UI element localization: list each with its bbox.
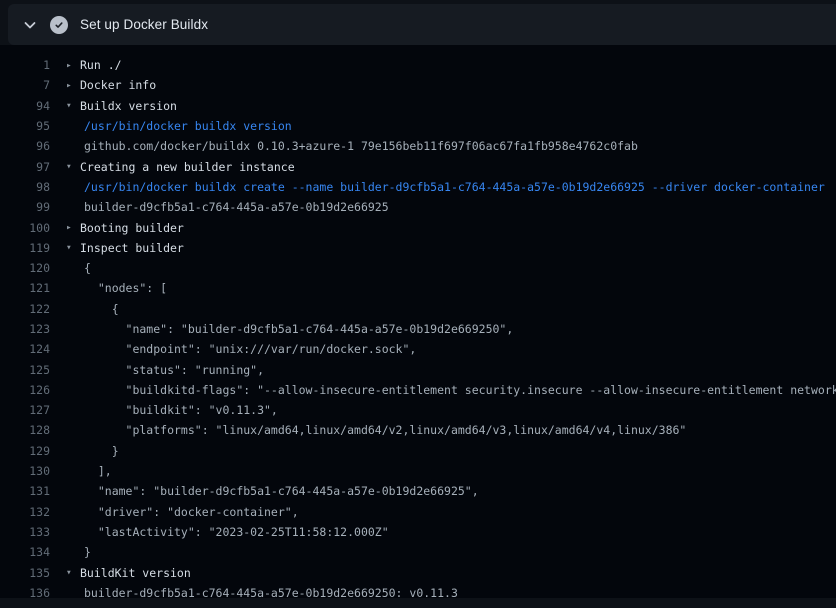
output-text: "name": "builder-d9cfb5a1-c764-445a-a57e… — [84, 484, 479, 498]
group-title: Buildx version — [80, 99, 177, 113]
line-number[interactable]: 127 — [0, 403, 50, 417]
group-title: Docker info — [80, 78, 156, 92]
group-title: Run ./ — [80, 58, 122, 72]
line-number[interactable]: 7 — [0, 78, 50, 92]
log-line: 98 /usr/bin/docker buildx create --name … — [0, 177, 836, 197]
line-number[interactable]: 128 — [0, 423, 50, 437]
line-number[interactable]: 125 — [0, 363, 50, 377]
line-number[interactable]: 95 — [0, 119, 50, 133]
disclosure-triangle-icon[interactable]: ▸ — [66, 60, 80, 71]
log-line: 99 builder-d9cfb5a1-c764-445a-a57e-0b19d… — [0, 197, 836, 217]
log-line: 132 "driver": "docker-container", — [0, 502, 836, 522]
line-number[interactable]: 94 — [0, 99, 50, 113]
disclosure-triangle-icon[interactable]: ▾ — [66, 242, 80, 253]
log-line: 95 /usr/bin/docker buildx version — [0, 116, 836, 136]
output-text: "platforms": "linux/amd64,linux/amd64/v2… — [84, 423, 686, 437]
log-line: 124 "endpoint": "unix:///var/run/docker.… — [0, 339, 836, 359]
check-circle-icon — [50, 16, 68, 34]
output-text: github.com/docker/buildx 0.10.3+azure-1 … — [84, 139, 638, 153]
log-line[interactable]: 119 ▾ Inspect builder — [0, 238, 836, 258]
disclosure-triangle-icon[interactable]: ▸ — [66, 222, 80, 233]
output-text: } — [84, 545, 91, 559]
line-number[interactable]: 126 — [0, 383, 50, 397]
group-title: BuildKit version — [80, 566, 191, 580]
log-line: 127 "buildkit": "v0.11.3", — [0, 400, 836, 420]
line-number[interactable]: 120 — [0, 261, 50, 275]
step-header[interactable]: Set up Docker Buildx — [8, 4, 836, 45]
output-text: "buildkitd-flags": "--allow-insecure-ent… — [84, 383, 836, 397]
line-number[interactable]: 100 — [0, 221, 50, 235]
log-line[interactable]: 100 ▸ Booting builder — [0, 217, 836, 237]
line-number[interactable]: 97 — [0, 160, 50, 174]
group-title: Inspect builder — [80, 241, 184, 255]
command-text: /usr/bin/docker buildx create --name bui… — [84, 180, 825, 194]
disclosure-triangle-icon[interactable]: ▸ — [66, 80, 80, 91]
line-number[interactable]: 130 — [0, 464, 50, 478]
log-line: 130 ], — [0, 461, 836, 481]
output-text: "status": "running", — [84, 363, 264, 377]
output-text: "buildkit": "v0.11.3", — [84, 403, 278, 417]
log-line[interactable]: 135 ▾ BuildKit version — [0, 562, 836, 582]
line-number[interactable]: 123 — [0, 322, 50, 336]
output-text: } — [84, 444, 119, 458]
output-text: "lastActivity": "2023-02-25T11:58:12.000… — [84, 525, 389, 539]
log-line[interactable]: 97 ▾ Creating a new builder instance — [0, 156, 836, 176]
output-text: "driver": "docker-container", — [84, 505, 299, 519]
output-text: "name": "builder-d9cfb5a1-c764-445a-a57e… — [84, 322, 513, 336]
line-number[interactable]: 121 — [0, 281, 50, 295]
log-line: 122 { — [0, 299, 836, 319]
log-line: 134 } — [0, 542, 836, 562]
log-area: 1 ▸ Run ./ 7 ▸ Docker info 94 ▾ Buildx v… — [0, 45, 836, 598]
line-number[interactable]: 136 — [0, 586, 50, 600]
group-title: Booting builder — [80, 221, 184, 235]
output-text: builder-d9cfb5a1-c764-445a-a57e-0b19d2e6… — [84, 200, 389, 214]
group-title: Creating a new builder instance — [80, 160, 295, 174]
output-text: "nodes": [ — [84, 281, 167, 295]
line-number[interactable]: 135 — [0, 566, 50, 580]
log-line: 121 "nodes": [ — [0, 278, 836, 298]
output-text: { — [84, 302, 119, 316]
step-title: Set up Docker Buildx — [80, 17, 208, 32]
output-text: ], — [84, 464, 112, 478]
actions-log-page: { "header": { "title": "Set up Docker Bu… — [0, 4, 836, 608]
disclosure-triangle-icon[interactable]: ▾ — [66, 161, 80, 172]
log-line[interactable]: 7 ▸ Docker info — [0, 75, 836, 95]
command-text: /usr/bin/docker buildx version — [84, 119, 292, 133]
disclosure-triangle-icon[interactable]: ▾ — [66, 567, 80, 578]
log-line: 128 "platforms": "linux/amd64,linux/amd6… — [0, 420, 836, 440]
line-number[interactable]: 131 — [0, 484, 50, 498]
disclosure-triangle-icon[interactable]: ▾ — [66, 100, 80, 111]
output-text: { — [84, 261, 91, 275]
line-number[interactable]: 122 — [0, 302, 50, 316]
log-line: 129 } — [0, 441, 836, 461]
log-line: 131 "name": "builder-d9cfb5a1-c764-445a-… — [0, 481, 836, 501]
line-number[interactable]: 132 — [0, 505, 50, 519]
log-line: 126 "buildkitd-flags": "--allow-insecure… — [0, 380, 836, 400]
chevron-down-icon[interactable] — [22, 17, 38, 33]
line-number[interactable]: 124 — [0, 342, 50, 356]
line-number[interactable]: 96 — [0, 139, 50, 153]
log-line: 96 github.com/docker/buildx 0.10.3+azure… — [0, 136, 836, 156]
line-number[interactable]: 98 — [0, 180, 50, 194]
log-line[interactable]: 1 ▸ Run ./ — [0, 55, 836, 75]
line-number[interactable]: 99 — [0, 200, 50, 214]
output-text: "endpoint": "unix:///var/run/docker.sock… — [84, 342, 416, 356]
line-number[interactable]: 129 — [0, 444, 50, 458]
log-line: 125 "status": "running", — [0, 359, 836, 379]
log-line: 133 "lastActivity": "2023-02-25T11:58:12… — [0, 522, 836, 542]
log-line: 123 "name": "builder-d9cfb5a1-c764-445a-… — [0, 319, 836, 339]
output-text: builder-d9cfb5a1-c764-445a-a57e-0b19d2e6… — [84, 586, 458, 600]
log-line[interactable]: 94 ▾ Buildx version — [0, 96, 836, 116]
line-number[interactable]: 119 — [0, 241, 50, 255]
line-number[interactable]: 133 — [0, 525, 50, 539]
line-number[interactable]: 134 — [0, 545, 50, 559]
line-number[interactable]: 1 — [0, 58, 50, 72]
log-line: 136 builder-d9cfb5a1-c764-445a-a57e-0b19… — [0, 583, 836, 603]
log-line: 120 { — [0, 258, 836, 278]
